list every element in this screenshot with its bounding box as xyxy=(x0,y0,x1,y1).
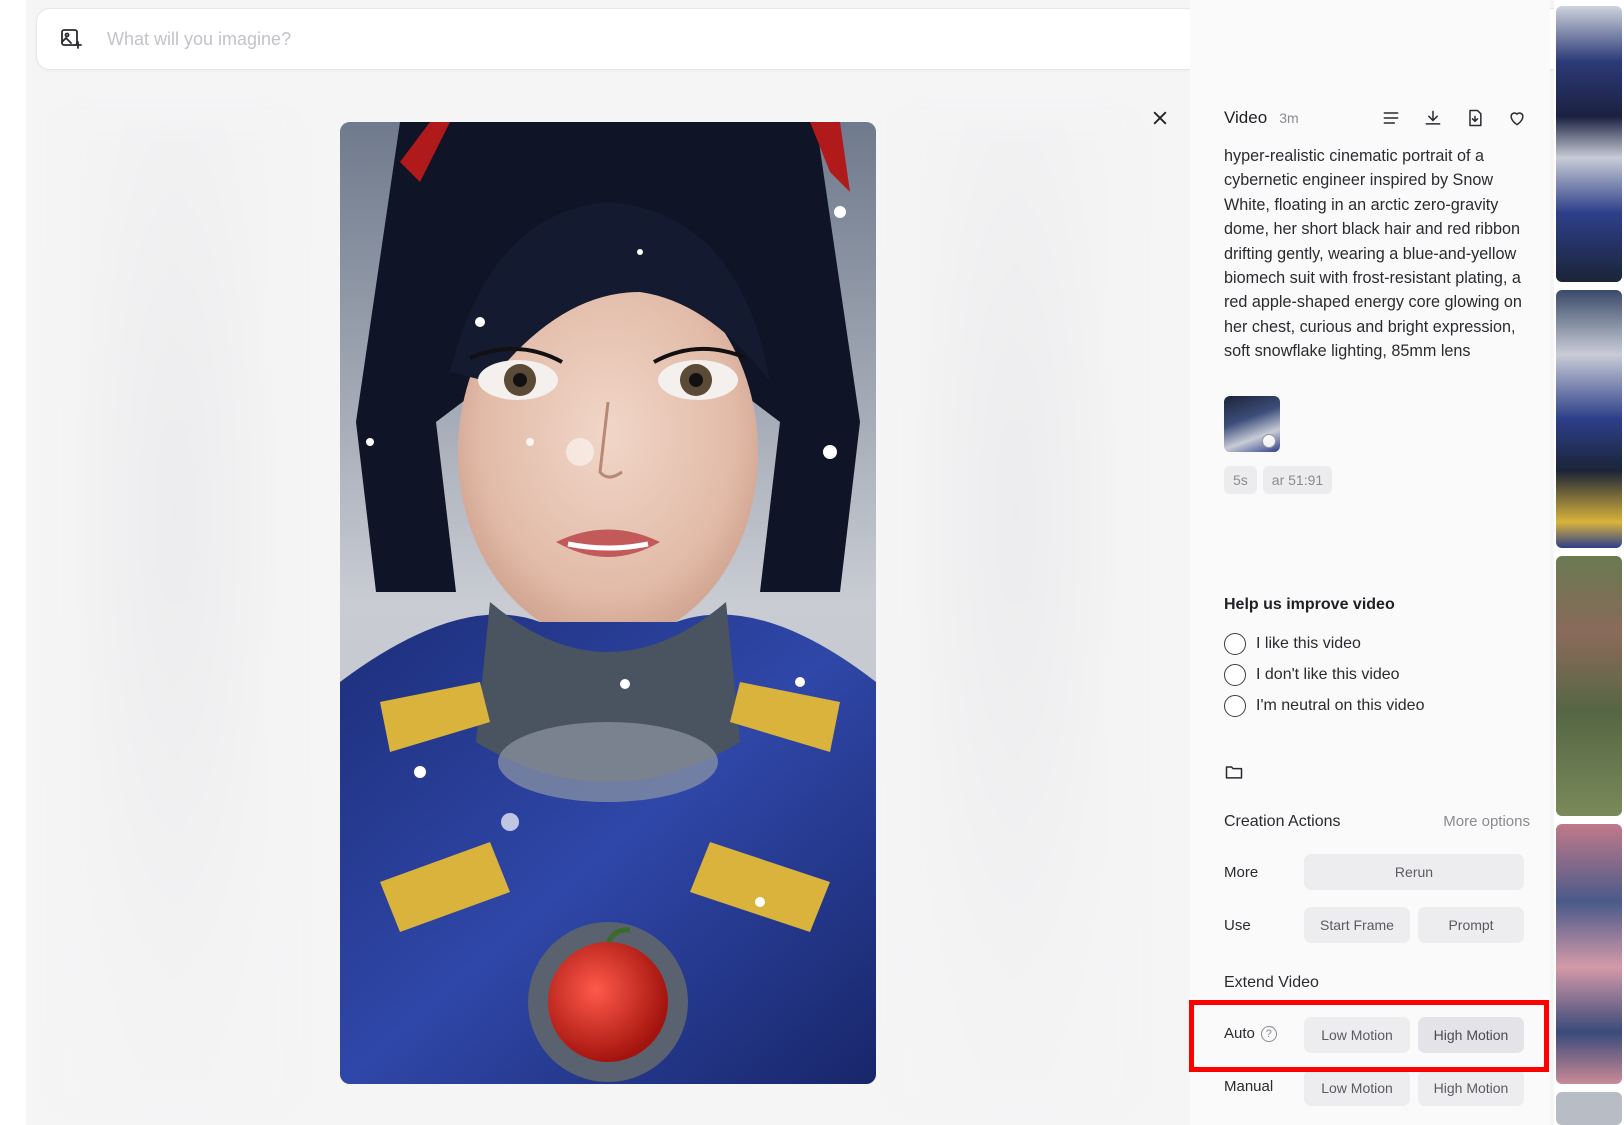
detail-header: Video 3m xyxy=(1224,104,1530,132)
use-row-label: Use xyxy=(1224,917,1251,934)
media-type-label: Video xyxy=(1224,108,1268,127)
radio-circle[interactable] xyxy=(1224,664,1246,686)
prompt-input[interactable] xyxy=(107,28,1243,50)
reference-image-thumbnail[interactable] xyxy=(1224,396,1280,452)
manual-low-motion-button[interactable]: Low Motion xyxy=(1304,1070,1410,1106)
parameter-chips: 5s ar 51:91 xyxy=(1224,466,1333,494)
manual-row-label: Manual xyxy=(1224,1078,1274,1095)
history-thumbnail-strip xyxy=(1554,0,1624,1125)
rerun-button[interactable]: Rerun xyxy=(1304,854,1524,890)
detail-panel: Video 3m hyper-realistic cinematic portr… xyxy=(1190,0,1550,1125)
feedback-option-dislike[interactable]: I don't like this video xyxy=(1224,664,1400,686)
reference-badge-icon xyxy=(1262,434,1276,448)
use-prompt-button[interactable]: Prompt xyxy=(1418,907,1524,943)
radio-circle[interactable] xyxy=(1224,695,1246,717)
download-icon[interactable] xyxy=(1420,105,1446,131)
generated-video-preview[interactable] xyxy=(340,122,876,1084)
feedback-option-label: I don't like this video xyxy=(1256,666,1400,683)
feedback-option-like[interactable]: I like this video xyxy=(1224,633,1361,655)
more-row-label: More xyxy=(1224,864,1259,881)
start-frame-button[interactable]: Start Frame xyxy=(1304,907,1410,943)
history-thumbnail[interactable] xyxy=(1556,6,1622,282)
aspect-ratio-chip: ar 51:91 xyxy=(1262,466,1333,494)
duration-chip: 5s xyxy=(1224,466,1257,494)
highlight-annotation xyxy=(1189,1000,1549,1072)
history-thumbnail[interactable] xyxy=(1556,290,1622,548)
created-age: 3m xyxy=(1279,110,1299,126)
feedback-option-neutral[interactable]: I'm neutral on this video xyxy=(1224,695,1424,717)
blurred-background-right xyxy=(900,120,1130,1100)
file-save-icon[interactable] xyxy=(1462,105,1488,131)
feedback-option-label: I like this video xyxy=(1256,635,1361,652)
prompt-bar xyxy=(36,8,1294,70)
blurred-background-left xyxy=(60,120,290,1100)
extend-video-title: Extend Video xyxy=(1224,974,1319,991)
folder-icon[interactable] xyxy=(1224,762,1246,784)
prompt-text[interactable]: hyper-realistic cinematic portrait of a … xyxy=(1224,144,1530,364)
manual-high-motion-button[interactable]: High Motion xyxy=(1418,1070,1524,1106)
image-plus-icon[interactable] xyxy=(55,23,87,55)
feedback-option-label: I'm neutral on this video xyxy=(1256,697,1425,714)
close-button[interactable] xyxy=(1146,104,1174,132)
creation-actions-title: Creation Actions xyxy=(1224,813,1341,830)
list-icon[interactable] xyxy=(1378,105,1404,131)
portrait-image xyxy=(340,122,876,1084)
close-icon xyxy=(1153,111,1167,125)
radio-circle[interactable] xyxy=(1224,633,1246,655)
history-thumbnail[interactable] xyxy=(1556,1092,1622,1125)
feedback-title: Help us improve video xyxy=(1224,596,1395,613)
history-thumbnail[interactable] xyxy=(1556,824,1622,1084)
more-options-link[interactable]: More options xyxy=(1443,813,1530,830)
history-thumbnail[interactable] xyxy=(1556,556,1622,816)
heart-icon[interactable] xyxy=(1504,105,1530,131)
